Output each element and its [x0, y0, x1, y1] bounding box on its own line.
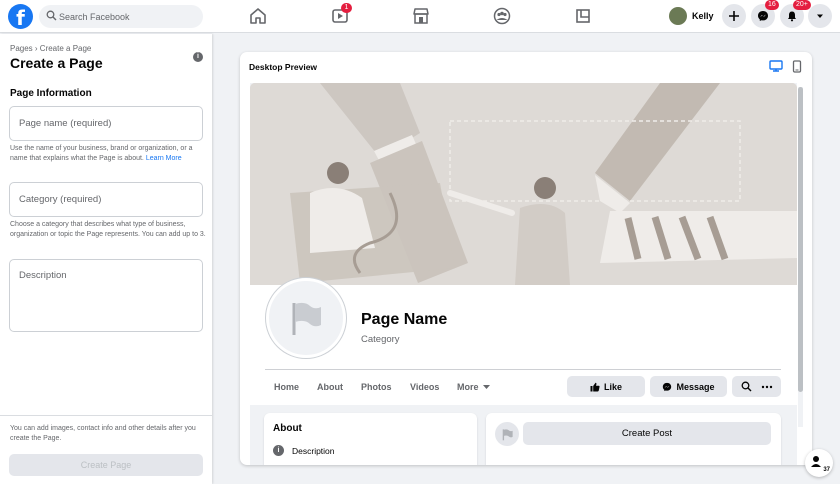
gaming-icon[interactable] — [572, 6, 594, 26]
learn-more-link[interactable]: Learn More — [146, 155, 182, 162]
home-icon[interactable] — [247, 6, 269, 26]
bottom-area: You can add images, contact info and oth… — [0, 415, 212, 484]
message-label: Message — [676, 381, 715, 392]
contacts-count: 37 — [823, 467, 830, 473]
create-page-sidebar: Pages › Create a Page Create a Page i Pa… — [0, 34, 212, 484]
preview-frame: Page Name Category Home About Photos Vid… — [250, 83, 797, 465]
groups-icon[interactable] — [491, 6, 513, 26]
about-description-row: i Description — [273, 445, 335, 456]
like-label: Like — [603, 381, 622, 392]
cover-illustration — [250, 83, 797, 285]
header-divider — [265, 369, 781, 370]
message-button[interactable]: Message — [650, 376, 727, 397]
desktop-icon[interactable] — [769, 60, 783, 72]
search-box[interactable] — [39, 5, 203, 28]
page-name-help: Use the name of your business, brand or … — [10, 145, 193, 162]
scroll-thumb[interactable] — [798, 87, 803, 392]
tab-videos[interactable]: Videos — [410, 382, 439, 392]
profile-picture — [266, 278, 346, 358]
create-page-button[interactable]: Create Page — [9, 454, 203, 476]
about-card: About i Description — [264, 413, 477, 465]
info-icon[interactable]: i — [193, 52, 203, 62]
messenger-icon — [663, 382, 672, 391]
facebook-logo[interactable]: f — [8, 4, 33, 30]
page-name-field[interactable] — [9, 106, 203, 141]
page-name: Page Name — [361, 311, 448, 328]
search-input[interactable] — [59, 5, 199, 28]
create-post-card: Create Post — [486, 413, 781, 465]
plus-icon — [729, 11, 739, 21]
post-avatar — [495, 422, 519, 446]
more-icon — [761, 385, 772, 388]
category-help: Choose a category that describes what ty… — [10, 221, 206, 238]
description-field[interactable] — [9, 259, 203, 332]
preview-scrollbar[interactable] — [798, 87, 803, 427]
desktop-preview-card: Desktop Preview Page Name Category Home … — [240, 52, 812, 465]
marketplace-icon[interactable] — [410, 6, 432, 26]
create-button[interactable] — [722, 4, 746, 28]
tab-home[interactable]: Home — [274, 382, 299, 392]
notifications-badge: 20+ — [793, 0, 811, 10]
flag-icon — [502, 428, 513, 440]
more-options-button[interactable] — [752, 376, 781, 397]
search-icon — [741, 381, 751, 392]
contacts-button[interactable]: 37 — [805, 449, 833, 477]
preview-title: Desktop Preview — [249, 62, 318, 72]
tab-photos[interactable]: Photos — [361, 382, 392, 392]
profile-link[interactable]: Kelly — [669, 6, 714, 26]
caret-down-icon — [482, 385, 490, 389]
notifications-button[interactable]: 20+ — [780, 0, 811, 28]
search-icon — [46, 10, 57, 21]
top-nav: f 1 Kelly 16 20+ — [0, 0, 840, 33]
info-icon: i — [273, 445, 284, 456]
user-name: Kelly — [692, 11, 714, 21]
thumbs-up-icon — [590, 382, 600, 391]
messenger-badge: 16 — [765, 0, 779, 10]
watch-tab[interactable]: 1 — [329, 3, 352, 26]
mobile-icon[interactable] — [792, 60, 802, 73]
bottom-note: You can add images, contact info and oth… — [10, 425, 196, 442]
page-category: Category — [361, 334, 400, 345]
account-menu-button[interactable] — [808, 4, 832, 28]
bell-icon — [788, 11, 796, 22]
flag-icon — [292, 302, 321, 335]
section-heading: Page Information — [10, 88, 92, 99]
tab-more-label: More — [457, 382, 479, 392]
tab-more[interactable]: More — [457, 382, 491, 392]
messenger-icon — [758, 11, 768, 21]
avatar — [669, 7, 687, 25]
about-description: Description — [292, 445, 335, 456]
like-button[interactable]: Like — [567, 376, 645, 397]
messenger-button[interactable]: 16 — [751, 0, 779, 28]
tab-about[interactable]: About — [317, 382, 343, 392]
create-post-button[interactable]: Create Post — [523, 422, 771, 445]
watch-badge: 1 — [341, 3, 352, 13]
about-title: About — [273, 423, 302, 434]
page-title: Create a Page — [10, 55, 103, 71]
breadcrumb[interactable]: Pages › Create a Page — [10, 44, 91, 53]
category-field[interactable] — [9, 182, 203, 217]
caret-down-icon — [817, 14, 823, 18]
